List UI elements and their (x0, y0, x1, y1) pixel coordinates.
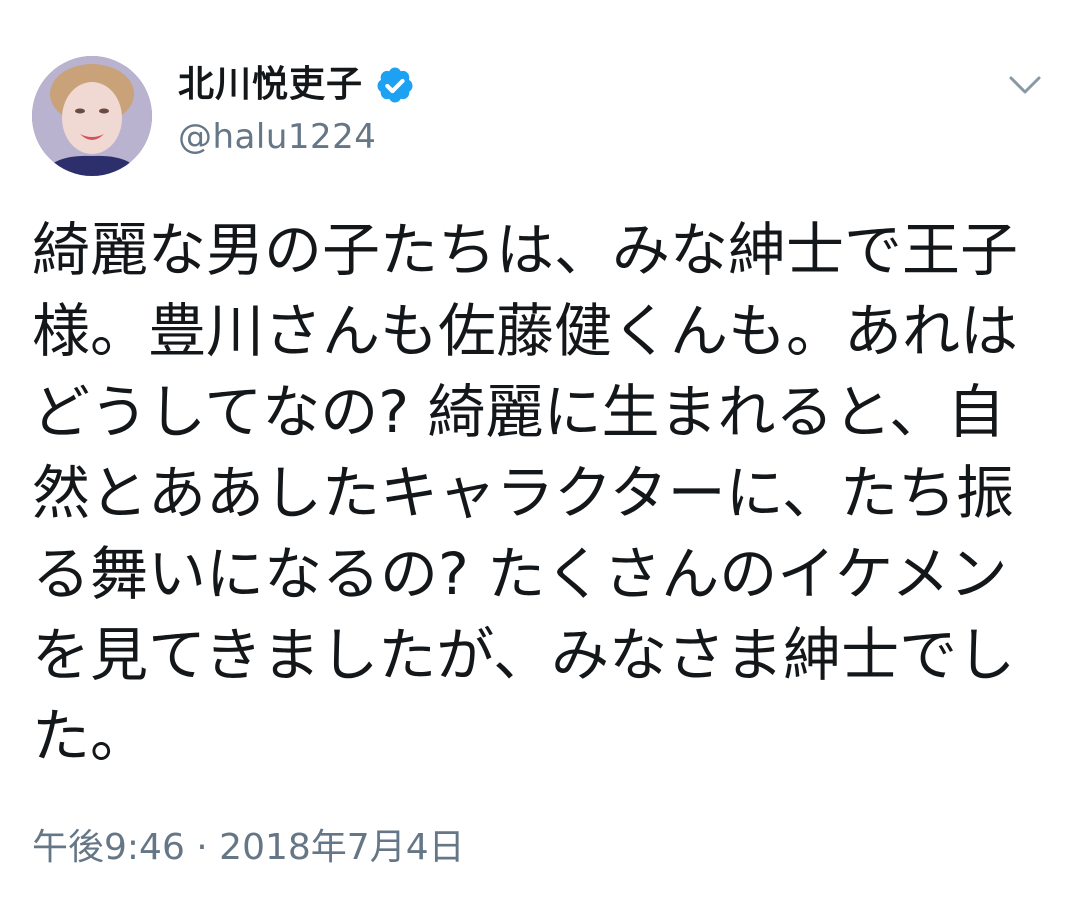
tweet-card: 北川悦吏子 @halu1224 綺麗な男の子たちは、みな紳士で王子様。豊川さんも… (0, 0, 1080, 915)
tweet-timestamp[interactable]: 午後9:46 · 2018年7月4日 (32, 824, 465, 872)
display-name[interactable]: 北川悦吏子 (178, 62, 363, 108)
tweet-text: 綺麗な男の子たちは、みな紳士で王子様。豊川さんも佐藤健くんも。あれはどうしてなの… (32, 216, 1019, 770)
author-name-row: 北川悦吏子 (178, 62, 415, 108)
user-handle[interactable]: @halu1224 (178, 115, 376, 159)
chevron-down-icon[interactable] (1002, 62, 1048, 108)
avatar[interactable] (32, 56, 152, 176)
verified-badge-icon (375, 65, 415, 105)
